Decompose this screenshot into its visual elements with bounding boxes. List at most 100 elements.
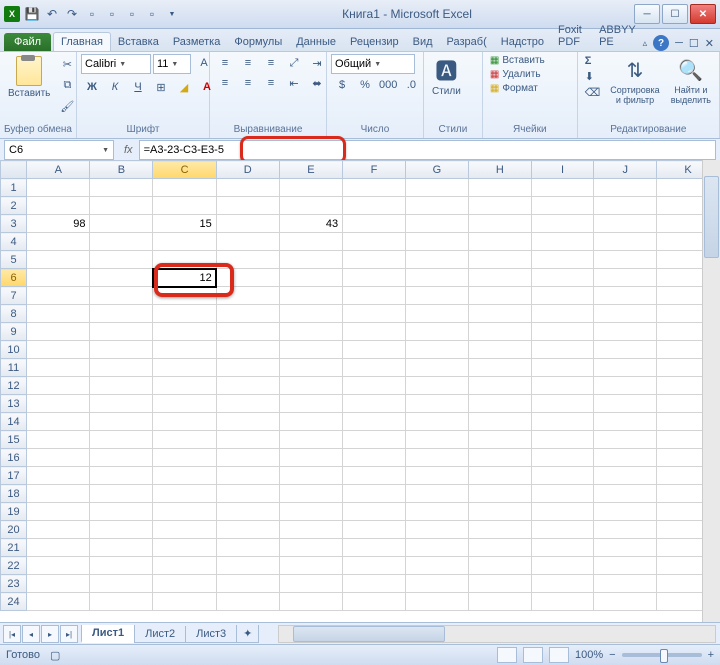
cell-C9[interactable] xyxy=(153,323,216,341)
cell-A2[interactable] xyxy=(27,197,90,215)
sheet-tab-2[interactable]: Лист2 xyxy=(134,626,186,643)
cell-D18[interactable] xyxy=(216,485,279,503)
cell-H18[interactable] xyxy=(468,485,531,503)
cell-G6[interactable] xyxy=(405,269,468,287)
column-header-E[interactable]: E xyxy=(279,161,342,179)
format-painter-icon[interactable]: 🖌 xyxy=(57,96,77,116)
cell-G13[interactable] xyxy=(405,395,468,413)
page-break-view-icon[interactable] xyxy=(549,647,569,663)
cell-E17[interactable] xyxy=(279,467,342,485)
cell-F2[interactable] xyxy=(343,197,406,215)
cell-I21[interactable] xyxy=(531,539,594,557)
cell-C11[interactable] xyxy=(153,359,216,377)
cell-C6[interactable]: 12 xyxy=(153,269,216,287)
cell-D7[interactable] xyxy=(216,287,279,305)
row-header-24[interactable]: 24 xyxy=(1,593,27,611)
cell-D15[interactable] xyxy=(216,431,279,449)
select-all-corner[interactable] xyxy=(1,161,27,179)
cell-B12[interactable] xyxy=(90,377,153,395)
cell-F17[interactable] xyxy=(343,467,406,485)
cell-G22[interactable] xyxy=(405,557,468,575)
cell-E22[interactable] xyxy=(279,557,342,575)
cell-I7[interactable] xyxy=(531,287,594,305)
cell-J19[interactable] xyxy=(594,503,657,521)
cell-F20[interactable] xyxy=(343,521,406,539)
cell-C16[interactable] xyxy=(153,449,216,467)
cell-B17[interactable] xyxy=(90,467,153,485)
find-select-button[interactable]: 🔍 Найти и выделить xyxy=(667,54,715,108)
row-header-16[interactable]: 16 xyxy=(1,449,27,467)
fx-icon[interactable]: fx xyxy=(124,144,133,156)
cell-J12[interactable] xyxy=(594,377,657,395)
cell-C14[interactable] xyxy=(153,413,216,431)
cell-A21[interactable] xyxy=(27,539,90,557)
zoom-level[interactable]: 100% xyxy=(575,649,603,661)
column-header-J[interactable]: J xyxy=(594,161,657,179)
cell-H15[interactable] xyxy=(468,431,531,449)
cell-D23[interactable] xyxy=(216,575,279,593)
cell-B21[interactable] xyxy=(90,539,153,557)
cell-A7[interactable] xyxy=(27,287,90,305)
cell-I14[interactable] xyxy=(531,413,594,431)
cell-A4[interactable] xyxy=(27,233,90,251)
cell-H22[interactable] xyxy=(468,557,531,575)
delete-cells-button[interactable]: ▦Удалить xyxy=(487,68,548,81)
cell-B9[interactable] xyxy=(90,323,153,341)
cell-D13[interactable] xyxy=(216,395,279,413)
row-header-8[interactable]: 8 xyxy=(1,305,27,323)
cell-D16[interactable] xyxy=(216,449,279,467)
cell-E9[interactable] xyxy=(279,323,342,341)
bold-button[interactable]: Ж xyxy=(81,78,103,96)
cell-A12[interactable] xyxy=(27,377,90,395)
cell-B18[interactable] xyxy=(90,485,153,503)
cell-J10[interactable] xyxy=(594,341,657,359)
cell-H6[interactable] xyxy=(468,269,531,287)
row-header-18[interactable]: 18 xyxy=(1,485,27,503)
data-tab[interactable]: Данные xyxy=(289,33,343,51)
cell-G17[interactable] xyxy=(405,467,468,485)
doc-close-icon[interactable]: ✕ xyxy=(705,37,714,50)
cell-B19[interactable] xyxy=(90,503,153,521)
cell-D12[interactable] xyxy=(216,377,279,395)
cell-F15[interactable] xyxy=(343,431,406,449)
column-header-B[interactable]: B xyxy=(90,161,153,179)
cell-J7[interactable] xyxy=(594,287,657,305)
cell-F1[interactable] xyxy=(343,179,406,197)
ribbon-min-icon[interactable]: ▵ xyxy=(643,38,648,49)
cell-H8[interactable] xyxy=(468,305,531,323)
cell-E23[interactable] xyxy=(279,575,342,593)
vertical-scrollbar[interactable] xyxy=(702,160,720,623)
cell-I17[interactable] xyxy=(531,467,594,485)
insert-cells-button[interactable]: ▦Вставить xyxy=(487,54,548,67)
formula-input[interactable]: =A3-23-C3-E3-5 xyxy=(139,140,716,160)
cell-H2[interactable] xyxy=(468,197,531,215)
format-cells-button[interactable]: ▦Формат xyxy=(487,82,548,95)
cell-D5[interactable] xyxy=(216,251,279,269)
cell-G23[interactable] xyxy=(405,575,468,593)
cell-B15[interactable] xyxy=(90,431,153,449)
align-center-icon[interactable]: ≡ xyxy=(237,74,259,92)
row-header-5[interactable]: 5 xyxy=(1,251,27,269)
cell-I15[interactable] xyxy=(531,431,594,449)
cell-D14[interactable] xyxy=(216,413,279,431)
styles-button[interactable]: 🅰 Стили xyxy=(428,54,465,99)
cell-A17[interactable] xyxy=(27,467,90,485)
cell-D10[interactable] xyxy=(216,341,279,359)
column-header-A[interactable]: A xyxy=(27,161,90,179)
close-button[interactable]: ✕ xyxy=(690,4,716,24)
cell-H12[interactable] xyxy=(468,377,531,395)
cell-C17[interactable] xyxy=(153,467,216,485)
cell-B13[interactable] xyxy=(90,395,153,413)
align-middle-icon[interactable]: ≡ xyxy=(237,54,259,72)
cell-G19[interactable] xyxy=(405,503,468,521)
cell-F24[interactable] xyxy=(343,593,406,611)
cell-E13[interactable] xyxy=(279,395,342,413)
cell-A24[interactable] xyxy=(27,593,90,611)
cell-I6[interactable] xyxy=(531,269,594,287)
cell-F4[interactable] xyxy=(343,233,406,251)
cell-F6[interactable] xyxy=(343,269,406,287)
cell-I23[interactable] xyxy=(531,575,594,593)
cell-G20[interactable] xyxy=(405,521,468,539)
cell-H4[interactable] xyxy=(468,233,531,251)
sheet-tab-3[interactable]: Лист3 xyxy=(185,626,237,643)
